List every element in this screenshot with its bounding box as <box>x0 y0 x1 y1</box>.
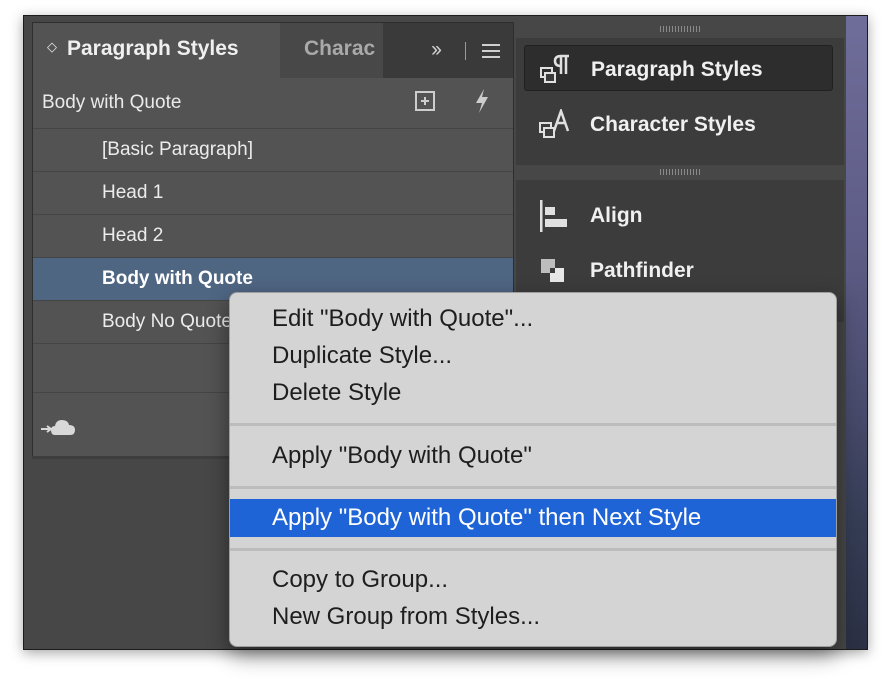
dock-label: Character Styles <box>590 113 756 136</box>
tab-paragraph-styles[interactable]: ◇ Paragraph Styles <box>33 23 280 78</box>
paragraph-styles-icon <box>540 54 569 83</box>
menu-item-apply-style[interactable]: Apply "Body with Quote" <box>230 437 836 475</box>
style-label: Head 2 <box>102 225 164 246</box>
dock-item-paragraph-styles[interactable]: Paragraph Styles <box>524 45 833 91</box>
tab-divider <box>465 42 466 60</box>
panel-tab-bar: ◇ Paragraph Styles Charac ›› <box>33 23 513 78</box>
dock-group-styles: Paragraph Styles Character Styles <box>516 38 844 165</box>
style-label: Body with Quote <box>102 268 253 289</box>
character-styles-icon <box>539 109 570 138</box>
list-item[interactable]: Head 2 <box>33 214 513 257</box>
menu-item-duplicate-style[interactable]: Duplicate Style... <box>230 337 836 375</box>
tab-character-styles[interactable]: Charac <box>280 23 383 78</box>
dock-label: Paragraph Styles <box>591 58 763 81</box>
create-new-style-icon[interactable] <box>415 91 435 111</box>
dock-grip[interactable] <box>660 26 700 32</box>
tab-label: Paragraph Styles <box>67 37 239 60</box>
quick-apply-icon[interactable] <box>473 88 491 114</box>
list-item[interactable]: Head 1 <box>33 171 513 214</box>
dock-label: Align <box>590 204 643 227</box>
expand-panels-icon[interactable]: ›› <box>431 38 442 62</box>
dock-item-align[interactable]: Align <box>524 192 833 238</box>
menu-item-edit-style[interactable]: Edit "Body with Quote"... <box>230 300 836 338</box>
menu-item-new-group[interactable]: New Group from Styles... <box>230 598 836 636</box>
menu-item-copy-to-group[interactable]: Copy to Group... <box>230 561 836 599</box>
context-menu: Edit "Body with Quote"... Duplicate Styl… <box>229 292 837 647</box>
pathfinder-icon <box>541 259 564 282</box>
tab-label: Charac <box>304 37 376 60</box>
style-label: [Basic Paragraph] <box>102 139 254 160</box>
current-style-label: Body with Quote <box>42 92 182 113</box>
dock-item-pathfinder[interactable]: Pathfinder <box>524 247 833 293</box>
panel-menu-icon[interactable] <box>482 44 500 58</box>
menu-separator <box>230 423 836 426</box>
cc-library-icon[interactable] <box>41 415 81 439</box>
dock-item-character-styles[interactable]: Character Styles <box>524 101 833 147</box>
menu-separator <box>230 548 836 551</box>
dock-grip[interactable] <box>660 169 700 175</box>
dock-label: Pathfinder <box>590 259 694 282</box>
style-label: Body No Quote <box>102 311 232 332</box>
align-icon <box>540 200 567 232</box>
collapse-toggle-icon[interactable]: ◇ <box>47 39 57 55</box>
menu-item-delete-style[interactable]: Delete Style <box>230 374 836 412</box>
background-photo <box>846 16 867 649</box>
panel-dock: Paragraph Styles Character Styles Align <box>516 22 844 322</box>
menu-separator <box>230 486 836 489</box>
style-label: Head 1 <box>102 182 164 203</box>
style-header: Body with Quote <box>33 78 513 128</box>
menu-item-apply-then-next[interactable]: Apply "Body with Quote" then Next Style <box>230 499 836 537</box>
list-item[interactable]: [Basic Paragraph] <box>33 128 513 171</box>
